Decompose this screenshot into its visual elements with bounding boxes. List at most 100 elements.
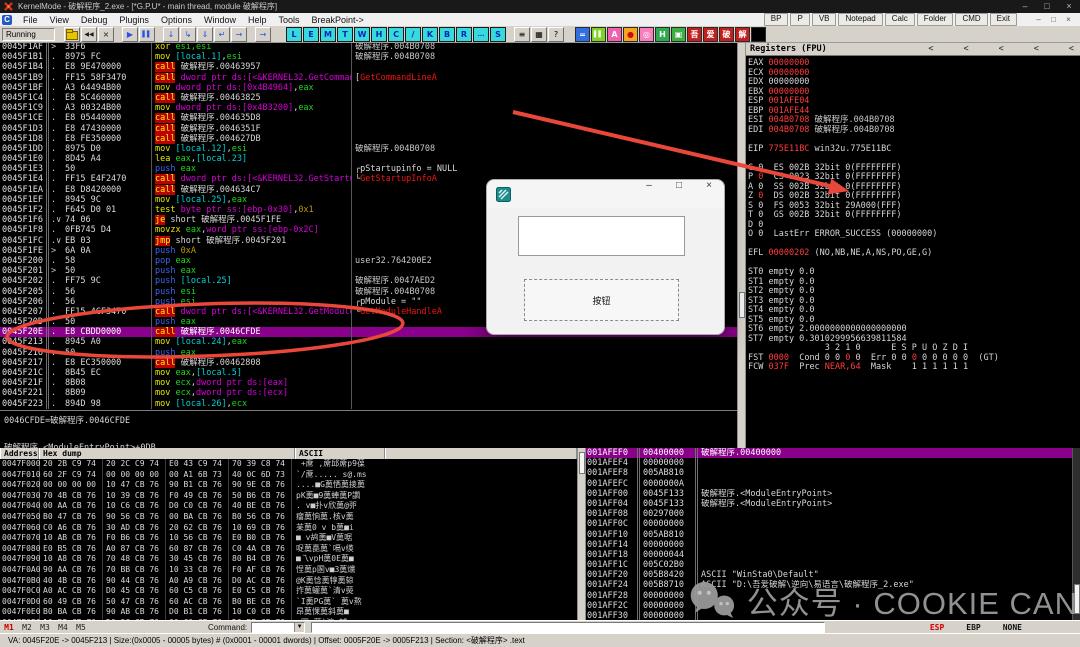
chevron-left-icon[interactable]: <: [1069, 44, 1074, 54]
stack-row[interactable]: 001AFF14 00000000: [584, 539, 1072, 550]
stack-row[interactable]: 001AFF00 0045F133 破解程序.<ModuleEntryPoint>: [584, 488, 1072, 499]
registers-chevrons[interactable]: < < < < <: [928, 44, 1074, 54]
hex-dump-row[interactable]: 0047F0D0 60 49 CB 76 50 47 CB 76 60 AC CB 7…: [0, 596, 577, 608]
disasm-row[interactable]: 0045F1D8. E8 FE350000 call 破解程序.004627DB: [0, 133, 737, 144]
toolbar-letter-b[interactable]: B: [439, 26, 455, 42]
memory-tab-m3[interactable]: M3: [36, 623, 54, 632]
toolbar-letter-m[interactable]: M: [320, 26, 336, 42]
hex-dump-row[interactable]: 0047F0A0 90 AA CB 76 70 BB CB 76 10 33 CB 7…: [0, 564, 577, 576]
menu-plugin-button[interactable]: Exit: [989, 13, 1017, 26]
mdi-close-icon[interactable]: ×: [1061, 15, 1076, 24]
hex-dump-row[interactable]: 0047F010 60 2F C9 74 00 00 00 00 00 A1 6B 7…: [0, 469, 577, 481]
register-line[interactable]: EFL 00000202 (NO,NB,NE,A,NS,PO,GE,G): [744, 248, 1080, 259]
dialog-edit-box[interactable]: [518, 216, 685, 256]
menu-plugin-button[interactable]: VB: [811, 13, 837, 26]
hex-dump-row[interactable]: 0047F050 B0 47 CB 76 90 56 CB 76 00 BA CB 7…: [0, 511, 577, 523]
hex-dump-row[interactable]: 0047F090 10 A8 CB 76 70 48 CB 76 30 45 CB 7…: [0, 554, 577, 565]
disasm-row[interactable]: 0045F1C4. E8 5C460000 call 破解程序.00463825: [0, 92, 737, 104]
hex-dump-row[interactable]: 0047F040 00 AA CB 76 10 C6 CB 76 D0 C0 CB 7…: [0, 501, 577, 512]
plugin-ai-icon[interactable]: 爱: [703, 26, 718, 42]
execute-till-return-icon[interactable]: →: [231, 26, 247, 42]
command-input[interactable]: [311, 622, 826, 633]
menu-item[interactable]: Tools: [273, 15, 306, 25]
menu-plugin-button[interactable]: BP: [763, 13, 789, 26]
stack-row[interactable]: 001AFF18 00000044: [584, 549, 1072, 561]
stack-row[interactable]: 001AFEFC 0000000A: [584, 478, 1072, 489]
restart-icon[interactable]: ◀◀: [81, 26, 97, 42]
memory-tab-m2[interactable]: M2: [18, 623, 36, 632]
disasm-row[interactable]: 0045F223. 894D 98 mov [local.26],ecx: [0, 398, 737, 409]
disasm-row[interactable]: 0045F217. E8 EC350000 call 破解程序.00462808: [0, 357, 737, 368]
disasm-row[interactable]: 0045F1D3. E8 47430000 call 破解程序.0046351F: [0, 123, 737, 134]
memory-tab-m5[interactable]: M5: [72, 623, 90, 632]
menu-plugin-button[interactable]: Folder: [916, 13, 954, 26]
plugin-green-h-icon[interactable]: H: [655, 26, 670, 42]
disasm-row[interactable]: 0045F1B9. FF15 58F3470 call dword ptr ds:[…: [0, 72, 737, 83]
dump-scrollbar[interactable]: [577, 448, 586, 620]
windows-grid-icon[interactable]: ▦: [531, 26, 547, 42]
plugin-wu-icon[interactable]: 吾: [687, 26, 702, 42]
step-over-icon[interactable]: ↳: [180, 26, 196, 42]
hex-dump-row[interactable]: 0047F070 10 AB CB 76 F0 B6 CB 76 10 56 CB 7…: [0, 533, 577, 544]
close-program-icon[interactable]: ×: [98, 26, 114, 42]
toolbar-letter-c[interactable]: C: [388, 26, 404, 42]
maximize-icon[interactable]: □: [1036, 0, 1058, 13]
memory-tab-m1[interactable]: M1: [0, 623, 18, 632]
register-line[interactable]: FCW 037F Prec NEAR,64 Mask 1 1 1 1 1 1: [744, 362, 1080, 373]
animate-over-icon[interactable]: ↵: [214, 26, 230, 42]
disasm-row[interactable]: 0045F1B1. 8975 FC mov [local.1],esi 破解程序.00…: [0, 52, 737, 63]
plugin-po-icon[interactable]: 破: [719, 26, 734, 42]
hex-dump-row[interactable]: 0047F080 E0 B5 CB 76 A0 87 CB 76 60 87 CB 7…: [0, 543, 577, 555]
dialog-close-icon[interactable]: ×: [694, 180, 724, 208]
help-icon[interactable]: ?: [548, 26, 564, 42]
plugin-jie-icon[interactable]: 解: [735, 26, 750, 42]
disasm-row[interactable]: 0045F1B4. E8 9E470000 call 破解程序.00463957: [0, 62, 737, 73]
menu-item[interactable]: File: [17, 15, 44, 25]
disasm-row[interactable]: 0045F1CE. E8 05440000 call 破解程序.004635D8: [0, 113, 737, 124]
minimize-icon[interactable]: –: [1014, 0, 1036, 13]
toolbar-letter-...[interactable]: ...: [473, 26, 489, 42]
animate-into-icon[interactable]: ⇓: [197, 26, 213, 42]
memory-tab-m4[interactable]: M4: [54, 623, 72, 632]
plugin-monitor-icon[interactable]: ▣: [671, 26, 686, 42]
menu-plugin-button[interactable]: P: [790, 13, 810, 26]
go-to-address-icon[interactable]: →: [255, 26, 271, 42]
flag-ebp[interactable]: EBP: [966, 623, 980, 632]
plugin-swirl-icon[interactable]: ◎: [639, 26, 654, 42]
chevron-left-icon[interactable]: <: [964, 44, 969, 54]
disasm-row[interactable]: 0045F213. 8945 A0 mov [local.24],eax: [0, 337, 737, 348]
stack-row[interactable]: 001AFEF8 005AB810: [584, 468, 1072, 479]
disasm-row[interactable]: 0045F216. 50 push eax: [0, 347, 737, 358]
registers-pane[interactable]: Registers (FPU) < < < < < EAX 00000000 ECX 00…: [744, 42, 1080, 448]
disasm-row[interactable]: 0045F1E0. 8D45 A4 lea eax,[local.23]: [0, 154, 737, 165]
chevron-left-icon[interactable]: <: [999, 44, 1004, 54]
disasm-row[interactable]: 0045F1E3. 50 push eax ┌pStartupinfo = NULL: [0, 164, 737, 175]
disasm-row[interactable]: 0045F221. 8B09 mov ecx,dword ptr ds:[ecx]: [0, 388, 737, 399]
register-line[interactable]: EIP 775E11BC win32u.775E11BC: [744, 144, 1080, 155]
stack-row[interactable]: 001AFF04 0045F133 破解程序.<ModuleEntryPoint>: [584, 498, 1072, 510]
register-line[interactable]: EDI 004B0708 破解程序.004B0708: [744, 125, 1080, 136]
chevron-left-icon[interactable]: <: [928, 44, 933, 54]
flag-none[interactable]: NONE: [1003, 623, 1022, 632]
step-into-icon[interactable]: ↓: [163, 26, 179, 42]
disasm-row[interactable]: 0045F1AF >33F6 xor esi,esi 破解程序.004B0708: [0, 42, 737, 53]
menu-plugin-button[interactable]: Notepad: [838, 13, 883, 26]
stack-row[interactable]: 001AFF10 005AB810: [584, 529, 1072, 540]
disasm-row[interactable]: 0045F21F. 8B08 mov ecx,dword ptr ds:[eax]: [0, 378, 737, 389]
plugin-black-icon[interactable]: [751, 26, 766, 42]
stack-row[interactable]: 001AFF24 005B8710 ASCII "D:\吾爱破解\逆向\易语言\破解…: [584, 580, 1072, 591]
stack-row[interactable]: 001AFEF4 00000000: [584, 458, 1072, 469]
toolbar-letter-r[interactable]: R: [456, 26, 472, 42]
toolbar-letter-l[interactable]: L: [286, 26, 302, 42]
toolbar-letter-k[interactable]: K: [422, 26, 438, 42]
menu-plugin-button[interactable]: Calc: [884, 13, 915, 26]
toolbar-letter-t[interactable]: T: [337, 26, 353, 42]
hex-dump-row[interactable]: 0047F060 C0 A6 CB 76 30 AD CB 76 20 62 CB 7…: [0, 522, 577, 534]
toolbar-letter-h[interactable]: H: [371, 26, 387, 42]
dialog-button[interactable]: 按钮: [524, 279, 679, 321]
stack-row[interactable]: 001AFF0C 00000000: [584, 519, 1072, 530]
run-icon[interactable]: ▶: [122, 26, 138, 42]
stack-row[interactable]: 001AFF08 00297000: [584, 509, 1072, 520]
menu-item[interactable]: Window: [198, 15, 242, 25]
open-file-icon[interactable]: [64, 26, 80, 42]
